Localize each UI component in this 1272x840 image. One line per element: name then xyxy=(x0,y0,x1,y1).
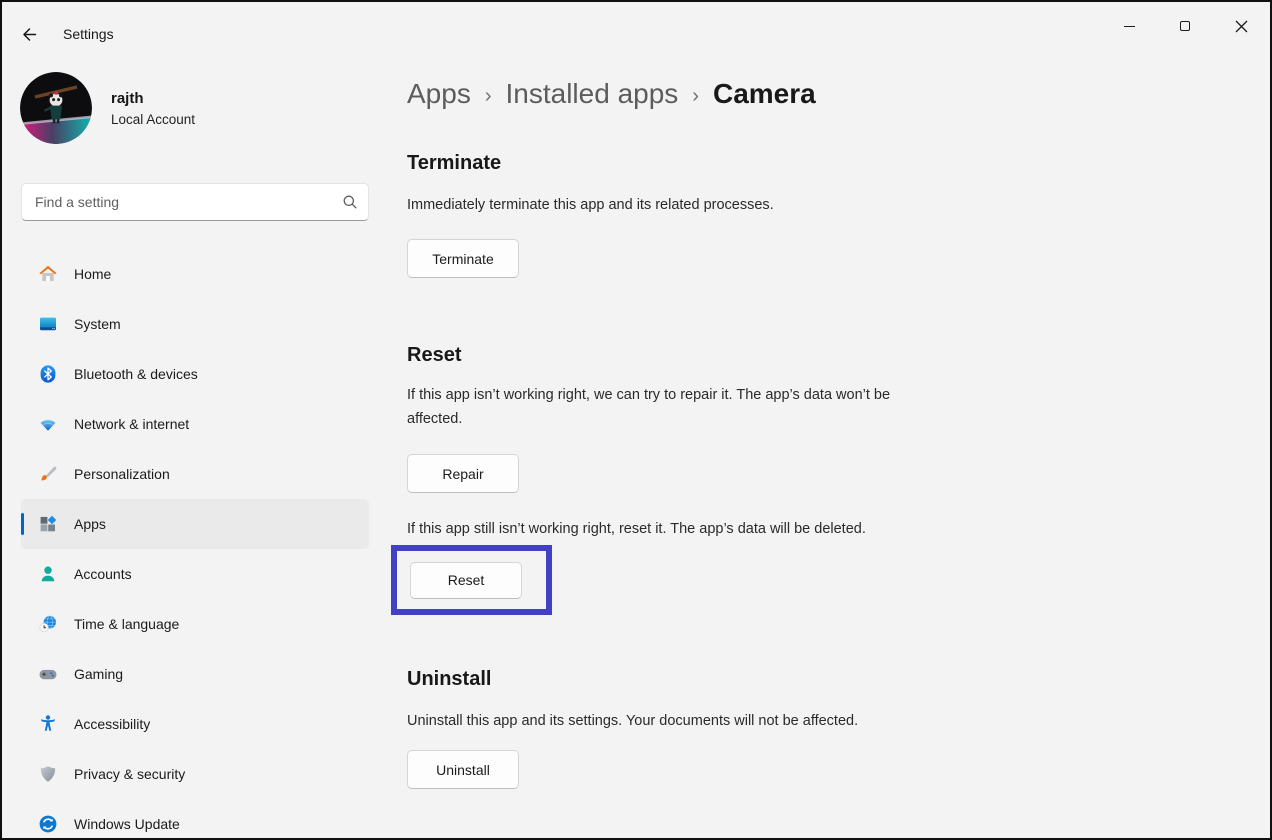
reset-highlight-box: Reset xyxy=(391,545,552,615)
sidebar-item-label: Bluetooth & devices xyxy=(74,366,198,382)
personalization-brush-icon xyxy=(38,464,58,484)
chevron-right-icon: › xyxy=(485,85,492,108)
sidebar-item-label: Time & language xyxy=(74,616,179,632)
sidebar-item-label: Apps xyxy=(74,516,106,532)
search-input[interactable] xyxy=(21,183,369,221)
terminate-button[interactable]: Terminate xyxy=(407,239,519,278)
sidebar-nav: Home System Bluetooth & devices Network … xyxy=(21,249,369,840)
sidebar-item-label: System xyxy=(74,316,121,332)
sidebar-item-windows-update[interactable]: Windows Update xyxy=(21,799,369,840)
repair-button[interactable]: Repair xyxy=(407,454,519,493)
minimize-button[interactable] xyxy=(1101,2,1157,50)
time-language-icon xyxy=(38,614,58,634)
reset-description: If this app still isn’t working right, r… xyxy=(407,517,1007,541)
reset-section-title: Reset xyxy=(407,344,461,367)
account-type: Local Account xyxy=(111,112,195,127)
sidebar-item-personalization[interactable]: Personalization xyxy=(21,449,369,499)
chevron-right-icon: › xyxy=(692,85,699,108)
apps-icon xyxy=(38,514,58,534)
sidebar-item-label: Accessibility xyxy=(74,716,150,732)
search-box xyxy=(21,183,369,221)
accessibility-person-icon xyxy=(38,714,58,734)
terminate-section-title: Terminate xyxy=(407,152,501,175)
home-icon xyxy=(38,264,58,284)
terminate-description: Immediately terminate this app and its r… xyxy=(407,193,774,217)
breadcrumb: Apps › Installed apps › Camera xyxy=(407,78,816,110)
sidebar-item-label: Privacy & security xyxy=(74,766,185,782)
reset-button[interactable]: Reset xyxy=(410,562,522,599)
maximize-icon xyxy=(1180,21,1190,31)
maximize-button[interactable] xyxy=(1157,2,1213,50)
gaming-gamepad-icon xyxy=(38,664,58,684)
network-wifi-icon xyxy=(38,414,58,434)
window-controls xyxy=(1101,2,1269,50)
sidebar-item-label: Windows Update xyxy=(74,816,180,832)
sidebar-item-accessibility[interactable]: Accessibility xyxy=(21,699,369,749)
settings-window: Settings xyxy=(0,0,1272,840)
breadcrumb-installed-apps[interactable]: Installed apps xyxy=(506,78,679,110)
repair-description: If this app isn’t working right, we can … xyxy=(407,383,932,431)
avatar xyxy=(20,72,92,144)
minimize-icon xyxy=(1124,26,1135,27)
sidebar-item-label: Personalization xyxy=(74,466,170,482)
windows-update-icon xyxy=(38,814,58,834)
search-icon xyxy=(342,194,358,210)
sidebar-item-apps[interactable]: Apps xyxy=(21,499,369,549)
uninstall-button[interactable]: Uninstall xyxy=(407,750,519,789)
uninstall-description: Uninstall this app and its settings. You… xyxy=(407,709,858,733)
sidebar-item-label: Gaming xyxy=(74,666,123,682)
sidebar-item-system[interactable]: System xyxy=(21,299,369,349)
sidebar-item-accounts[interactable]: Accounts xyxy=(21,549,369,599)
sidebar-item-label: Network & internet xyxy=(74,416,189,432)
accounts-person-icon xyxy=(38,564,58,584)
sidebar-item-time-language[interactable]: Time & language xyxy=(21,599,369,649)
sidebar-item-home[interactable]: Home xyxy=(21,249,369,299)
close-icon xyxy=(1235,20,1248,33)
titlebar: Settings xyxy=(2,2,1270,50)
privacy-shield-icon xyxy=(38,764,58,784)
sidebar-item-bluetooth-devices[interactable]: Bluetooth & devices xyxy=(21,349,369,399)
close-button[interactable] xyxy=(1213,2,1269,50)
sidebar-item-label: Home xyxy=(74,266,111,282)
breadcrumb-camera: Camera xyxy=(713,78,816,110)
breadcrumb-apps[interactable]: Apps xyxy=(407,78,471,110)
window-title: Settings xyxy=(63,26,114,42)
sidebar-item-gaming[interactable]: Gaming xyxy=(21,649,369,699)
user-name: rajth xyxy=(111,90,195,107)
sidebar-item-network-internet[interactable]: Network & internet xyxy=(21,399,369,449)
back-arrow-icon xyxy=(19,25,39,45)
profile-text: rajth Local Account xyxy=(111,90,195,127)
sidebar-item-privacy-security[interactable]: Privacy & security xyxy=(21,749,369,799)
user-profile: rajth Local Account xyxy=(20,72,195,144)
sidebar-item-label: Accounts xyxy=(74,566,132,582)
back-button[interactable] xyxy=(19,25,39,45)
system-icon xyxy=(38,314,58,334)
uninstall-section-title: Uninstall xyxy=(407,668,491,691)
bluetooth-icon xyxy=(38,364,58,384)
